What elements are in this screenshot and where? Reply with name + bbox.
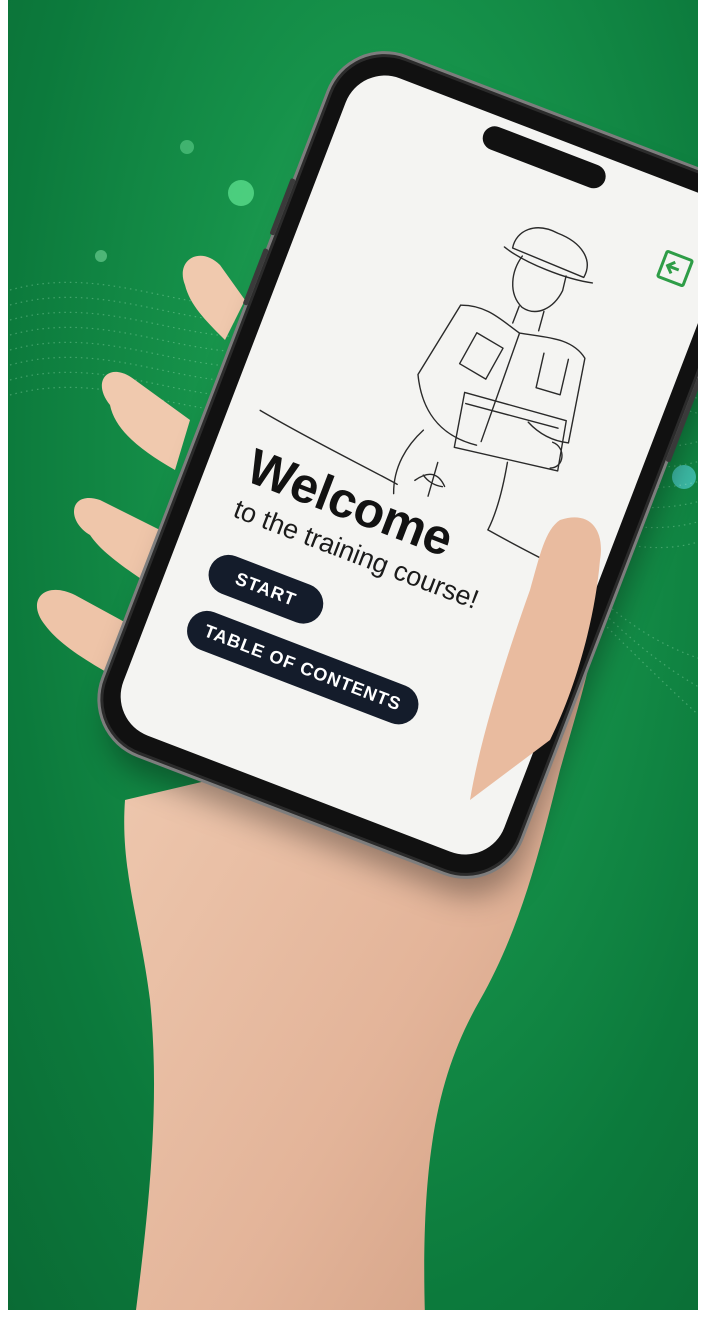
background-scene: Welcome to the training course! START TA… — [0, 0, 704, 1318]
hand-thumb-overlay — [470, 517, 601, 800]
frame-border-right — [698, 0, 704, 1318]
frame-border-left — [0, 0, 8, 1318]
frame-border-bottom — [0, 1310, 704, 1318]
